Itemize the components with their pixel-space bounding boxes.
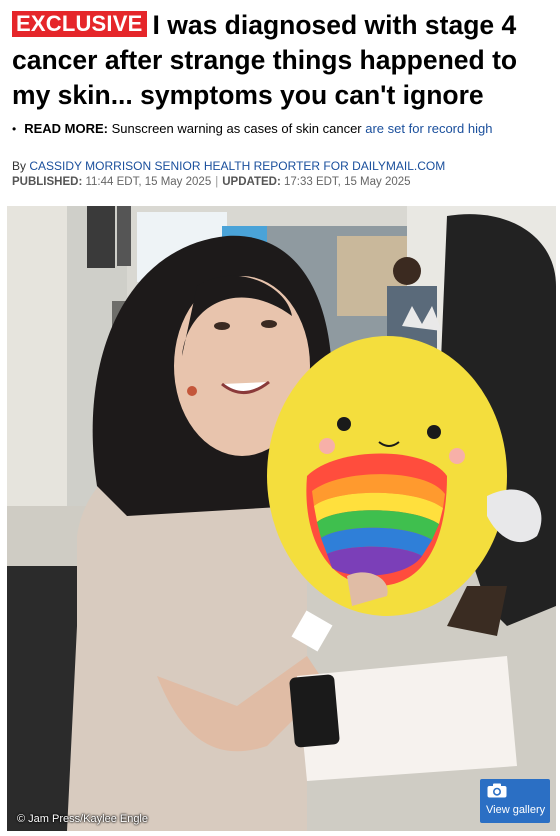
read-more: • READ MORE: Sunscreen warning as cases o…: [12, 121, 492, 137]
updated-label: UPDATED:: [222, 176, 281, 188]
photo-credit: © Jam Press/Kaylee Engle: [17, 813, 148, 825]
publish-dates: PUBLISHED: 11:44 EDT, 15 May 2025 | UPDATE…: [12, 174, 411, 190]
byline-by: By: [12, 159, 27, 173]
bullet-icon: •: [12, 122, 17, 136]
read-more-label: READ MORE:: [24, 121, 108, 136]
updated-value: 17:33 EDT, 15 May 2025: [283, 176, 411, 188]
view-gallery-button[interactable]: +9 View gallery: [480, 779, 550, 823]
read-more-link[interactable]: are set for record high: [365, 121, 492, 136]
gallery-label: View gallery: [486, 804, 546, 816]
published-label: PUBLISHED:: [12, 176, 83, 188]
article-headline: EXCLUSIVE I was diagnosed with stage 4 ca…: [12, 8, 552, 113]
article-photo[interactable]: © Jam Press/Kaylee Engle +9 View gallery: [7, 206, 556, 831]
byline: By CASSIDY MORRISON SENIOR HEALTH REPORT…: [12, 158, 445, 174]
date-separator: |: [215, 176, 219, 188]
read-more-text: Sunscreen warning as cases of skin cance…: [111, 121, 362, 136]
headline-block: EXCLUSIVE I was diagnosed with stage 4 ca…: [12, 8, 552, 113]
camera-icon: [487, 783, 507, 798]
published-value: 11:44 EDT, 15 May 2025: [85, 176, 212, 188]
exclusive-tag: EXCLUSIVE: [12, 11, 147, 37]
author-link[interactable]: CASSIDY MORRISON SENIOR HEALTH REPORTER …: [29, 159, 445, 173]
photo-illustration: [7, 206, 556, 831]
